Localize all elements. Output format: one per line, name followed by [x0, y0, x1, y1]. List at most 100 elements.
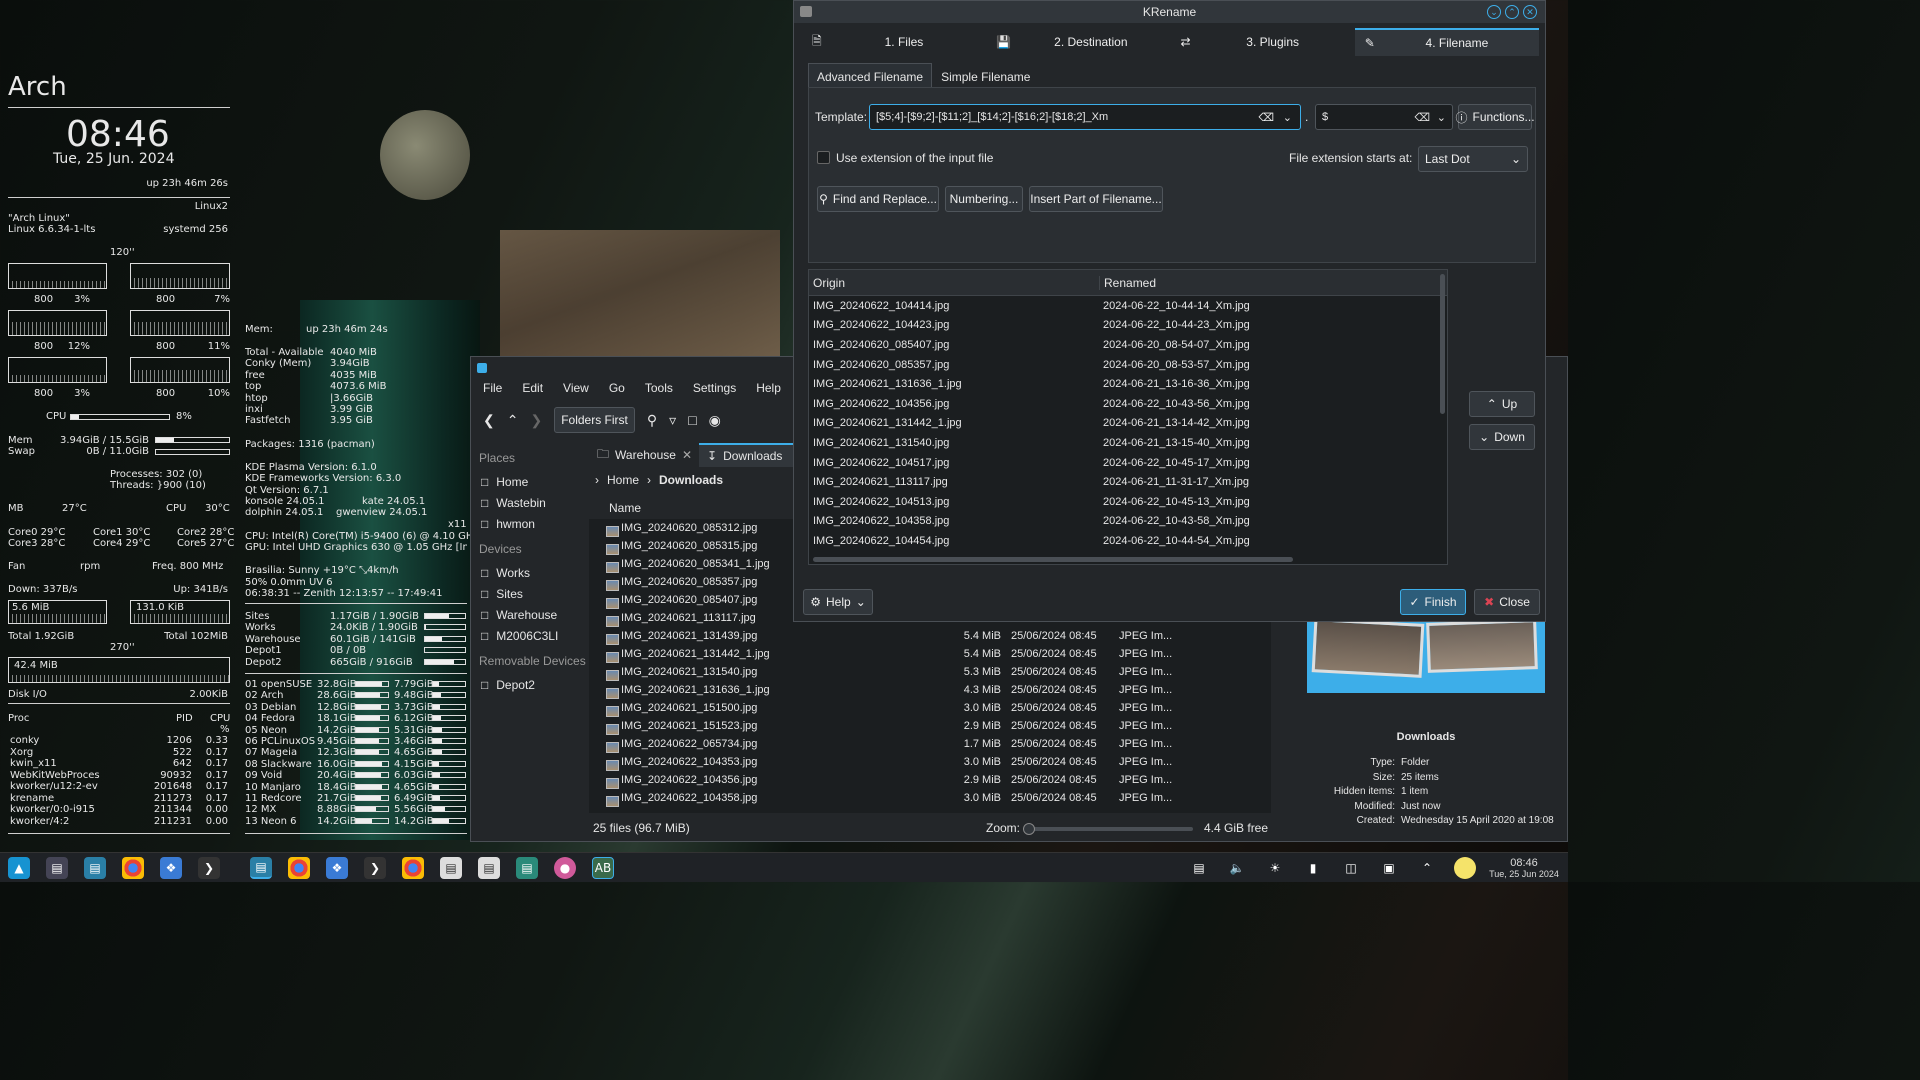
table-row[interactable]: IMG_20240621_131636_1.jpg 2024-06-21_13-1…: [809, 374, 1447, 394]
task-app-icon[interactable]: ●: [554, 856, 576, 879]
template-input[interactable]: [$5;4]-[$9;2]-[$11;2]_[$14;2]-[$16;2]-[$…: [869, 104, 1301, 130]
app-launcher-icon[interactable]: ▲: [8, 856, 30, 879]
tab-warehouse[interactable]: 🗀 Warehouse ✕: [589, 443, 699, 467]
file-row[interactable]: IMG_20240622_104356.jpg 2.9 MiB 25/06/2024…: [589, 771, 1271, 789]
tab-files[interactable]: 🗎 1. Files: [802, 28, 986, 56]
table-row[interactable]: IMG_20240622_104356.jpg 2024-06-22_10-43-…: [809, 394, 1447, 414]
numbering-button[interactable]: Numbering...: [945, 186, 1023, 212]
new-folder-icon[interactable]: □: [688, 412, 696, 428]
clear-icon[interactable]: ⌫: [1414, 111, 1430, 124]
volume-icon[interactable]: 🔈: [1226, 857, 1248, 879]
usb-icon[interactable]: ◫: [1340, 857, 1362, 879]
chevron-down-icon[interactable]: ⌄: [1437, 111, 1446, 124]
file-row[interactable]: IMG_20240622_104353.jpg 3.0 MiB 25/06/2024…: [589, 753, 1271, 771]
functions-button[interactable]: ⓘ Functions...: [1455, 104, 1535, 130]
menu-settings[interactable]: Settings: [693, 381, 736, 395]
column-name[interactable]: Name: [609, 501, 641, 515]
place-wastebin[interactable]: □ Wastebin: [477, 492, 587, 513]
find-replace-button[interactable]: ⚲ Find and Replace...: [817, 186, 939, 212]
task-chrome2-icon[interactable]: [402, 856, 424, 879]
table-row[interactable]: IMG_20240621_131442_1.jpg 2024-06-21_13-1…: [809, 414, 1447, 434]
chrome-icon[interactable]: [122, 856, 144, 879]
brightness-icon[interactable]: ☀: [1264, 857, 1286, 879]
task-chrome-icon[interactable]: [288, 856, 310, 879]
minimize-icon[interactable]: ⌄: [1487, 5, 1501, 19]
file-row[interactable]: IMG_20240622_065734.jpg 1.7 MiB 25/06/2024…: [589, 735, 1271, 753]
menu-file[interactable]: File: [483, 381, 502, 395]
device-sites[interactable]: □ Sites: [477, 583, 587, 604]
clipboard-icon[interactable]: ▤: [1188, 857, 1210, 879]
horizontal-scrollbar[interactable]: [813, 557, 1293, 562]
task-kate-icon[interactable]: ▤: [440, 856, 462, 879]
expand-tray-icon[interactable]: ⌃: [1416, 857, 1438, 879]
insert-part-button[interactable]: Insert Part of Filename...: [1029, 186, 1163, 212]
down-button[interactable]: ⌄ Down: [1469, 424, 1535, 450]
thunderbird-icon[interactable]: ❖: [160, 856, 182, 879]
forward-icon[interactable]: ❯: [530, 412, 542, 429]
vertical-scrollbar[interactable]: [1440, 274, 1445, 414]
close-button[interactable]: ✖ Close: [1474, 589, 1540, 615]
device-works[interactable]: □ Works: [477, 562, 587, 583]
clear-icon[interactable]: ⌫: [1258, 111, 1274, 124]
extension-input[interactable]: $ ⌫ ⌄: [1315, 104, 1453, 130]
finish-button[interactable]: ✓ Finish: [1400, 589, 1466, 615]
table-row[interactable]: IMG_20240620_085357.jpg 2024-06-20_08-53-…: [809, 355, 1447, 375]
battery-icon[interactable]: ▮: [1302, 857, 1324, 879]
menu-go[interactable]: Go: [609, 381, 625, 395]
task-thunderbird-icon[interactable]: ❖: [326, 856, 348, 879]
table-row[interactable]: IMG_20240622_104423.jpg 2024-06-22_10-44-…: [809, 316, 1447, 336]
menu-tools[interactable]: Tools: [645, 381, 673, 395]
column-origin[interactable]: Origin: [809, 276, 1099, 290]
table-row[interactable]: IMG_20240621_113117.jpg 2024-06-21_11-31-…: [809, 472, 1447, 492]
place-home[interactable]: □ Home: [477, 471, 587, 492]
weather-icon[interactable]: [1454, 856, 1476, 879]
table-row[interactable]: IMG_20240622_104414.jpg 2024-06-22_10-44-…: [809, 296, 1447, 316]
task-krename-icon[interactable]: AB: [592, 856, 614, 879]
clock[interactable]: 08:46 Tue, 25 Jun 2024: [1484, 857, 1564, 879]
files-icon[interactable]: ▤: [84, 856, 106, 879]
maximize-icon[interactable]: ⌃: [1505, 5, 1519, 19]
up-button[interactable]: ⌃ Up: [1469, 391, 1535, 417]
file-row[interactable]: IMG_20240621_151523.jpg 2.9 MiB 25/06/2024…: [589, 717, 1271, 735]
terminal-icon[interactable]: ▤: [46, 856, 68, 879]
ext-starts-select[interactable]: Last Dot ⌄: [1418, 146, 1528, 172]
breadcrumb-home[interactable]: Home: [607, 473, 639, 487]
file-row[interactable]: IMG_20240621_131540.jpg 5.3 MiB 25/06/2024…: [589, 663, 1271, 681]
column-renamed[interactable]: Renamed: [1099, 275, 1156, 290]
up-icon[interactable]: ⌃: [507, 412, 519, 429]
device-m2006c3li[interactable]: □ M2006C3LI: [477, 625, 587, 646]
close-window-icon[interactable]: ✕: [1523, 5, 1537, 19]
krename-window[interactable]: KRename ⌄ ⌃ ✕ 🗎 1. Files 💾 2. Destination …: [793, 0, 1546, 622]
task-book-icon[interactable]: ▤: [516, 856, 538, 879]
use-extension-checkbox[interactable]: [817, 151, 830, 164]
menu-help[interactable]: Help: [756, 381, 781, 395]
preview-table[interactable]: Origin Renamed IMG_20240622_104414.jpg 202…: [808, 269, 1448, 565]
removable-depot2[interactable]: □ Depot2: [477, 674, 587, 695]
place-hwmon[interactable]: □ hwmon: [477, 513, 587, 534]
table-row[interactable]: IMG_20240622_104454.jpg 2024-06-22_10-44-…: [809, 531, 1447, 551]
menu-edit[interactable]: Edit: [522, 381, 543, 395]
file-row[interactable]: IMG_20240622_104358.jpg 3.0 MiB 25/06/2024…: [589, 789, 1271, 807]
file-row[interactable]: IMG_20240621_131439.jpg 5.4 MiB 25/06/2024…: [589, 627, 1271, 645]
tab-plugins[interactable]: ⇄ 3. Plugins: [1171, 28, 1355, 56]
back-icon[interactable]: ❮: [483, 412, 495, 429]
tab-filename[interactable]: ✎ 4. Filename: [1354, 28, 1539, 56]
network-icon[interactable]: ▣: [1378, 857, 1400, 879]
task-konsole-icon[interactable]: ❯: [364, 856, 386, 879]
filter-icon[interactable]: ▿: [669, 412, 676, 429]
preview-icon[interactable]: ◉: [709, 412, 721, 429]
menu-view[interactable]: View: [563, 381, 589, 395]
chevron-down-icon[interactable]: ⌄: [1283, 111, 1292, 124]
search-icon[interactable]: ⚲: [647, 412, 657, 429]
file-row[interactable]: IMG_20240621_131636_1.jpg 4.3 MiB 25/06/20…: [589, 681, 1271, 699]
zoom-slider[interactable]: [1023, 823, 1193, 835]
device-warehouse[interactable]: □ Warehouse: [477, 604, 587, 625]
table-row[interactable]: IMG_20240622_104513.jpg 2024-06-22_10-45-…: [809, 492, 1447, 512]
tab-destination[interactable]: 💾 2. Destination: [986, 28, 1170, 56]
folders-first-button[interactable]: Folders First: [554, 407, 635, 433]
table-row[interactable]: IMG_20240622_104517.jpg 2024-06-22_10-45-…: [809, 453, 1447, 473]
table-row[interactable]: IMG_20240621_131540.jpg 2024-06-21_13-15-…: [809, 433, 1447, 453]
table-row[interactable]: IMG_20240622_104358.jpg 2024-06-22_10-43-…: [809, 512, 1447, 532]
table-row[interactable]: IMG_20240620_085407.jpg 2024-06-20_08-54-…: [809, 335, 1447, 355]
task-dolphin-icon[interactable]: ▤: [250, 856, 272, 879]
